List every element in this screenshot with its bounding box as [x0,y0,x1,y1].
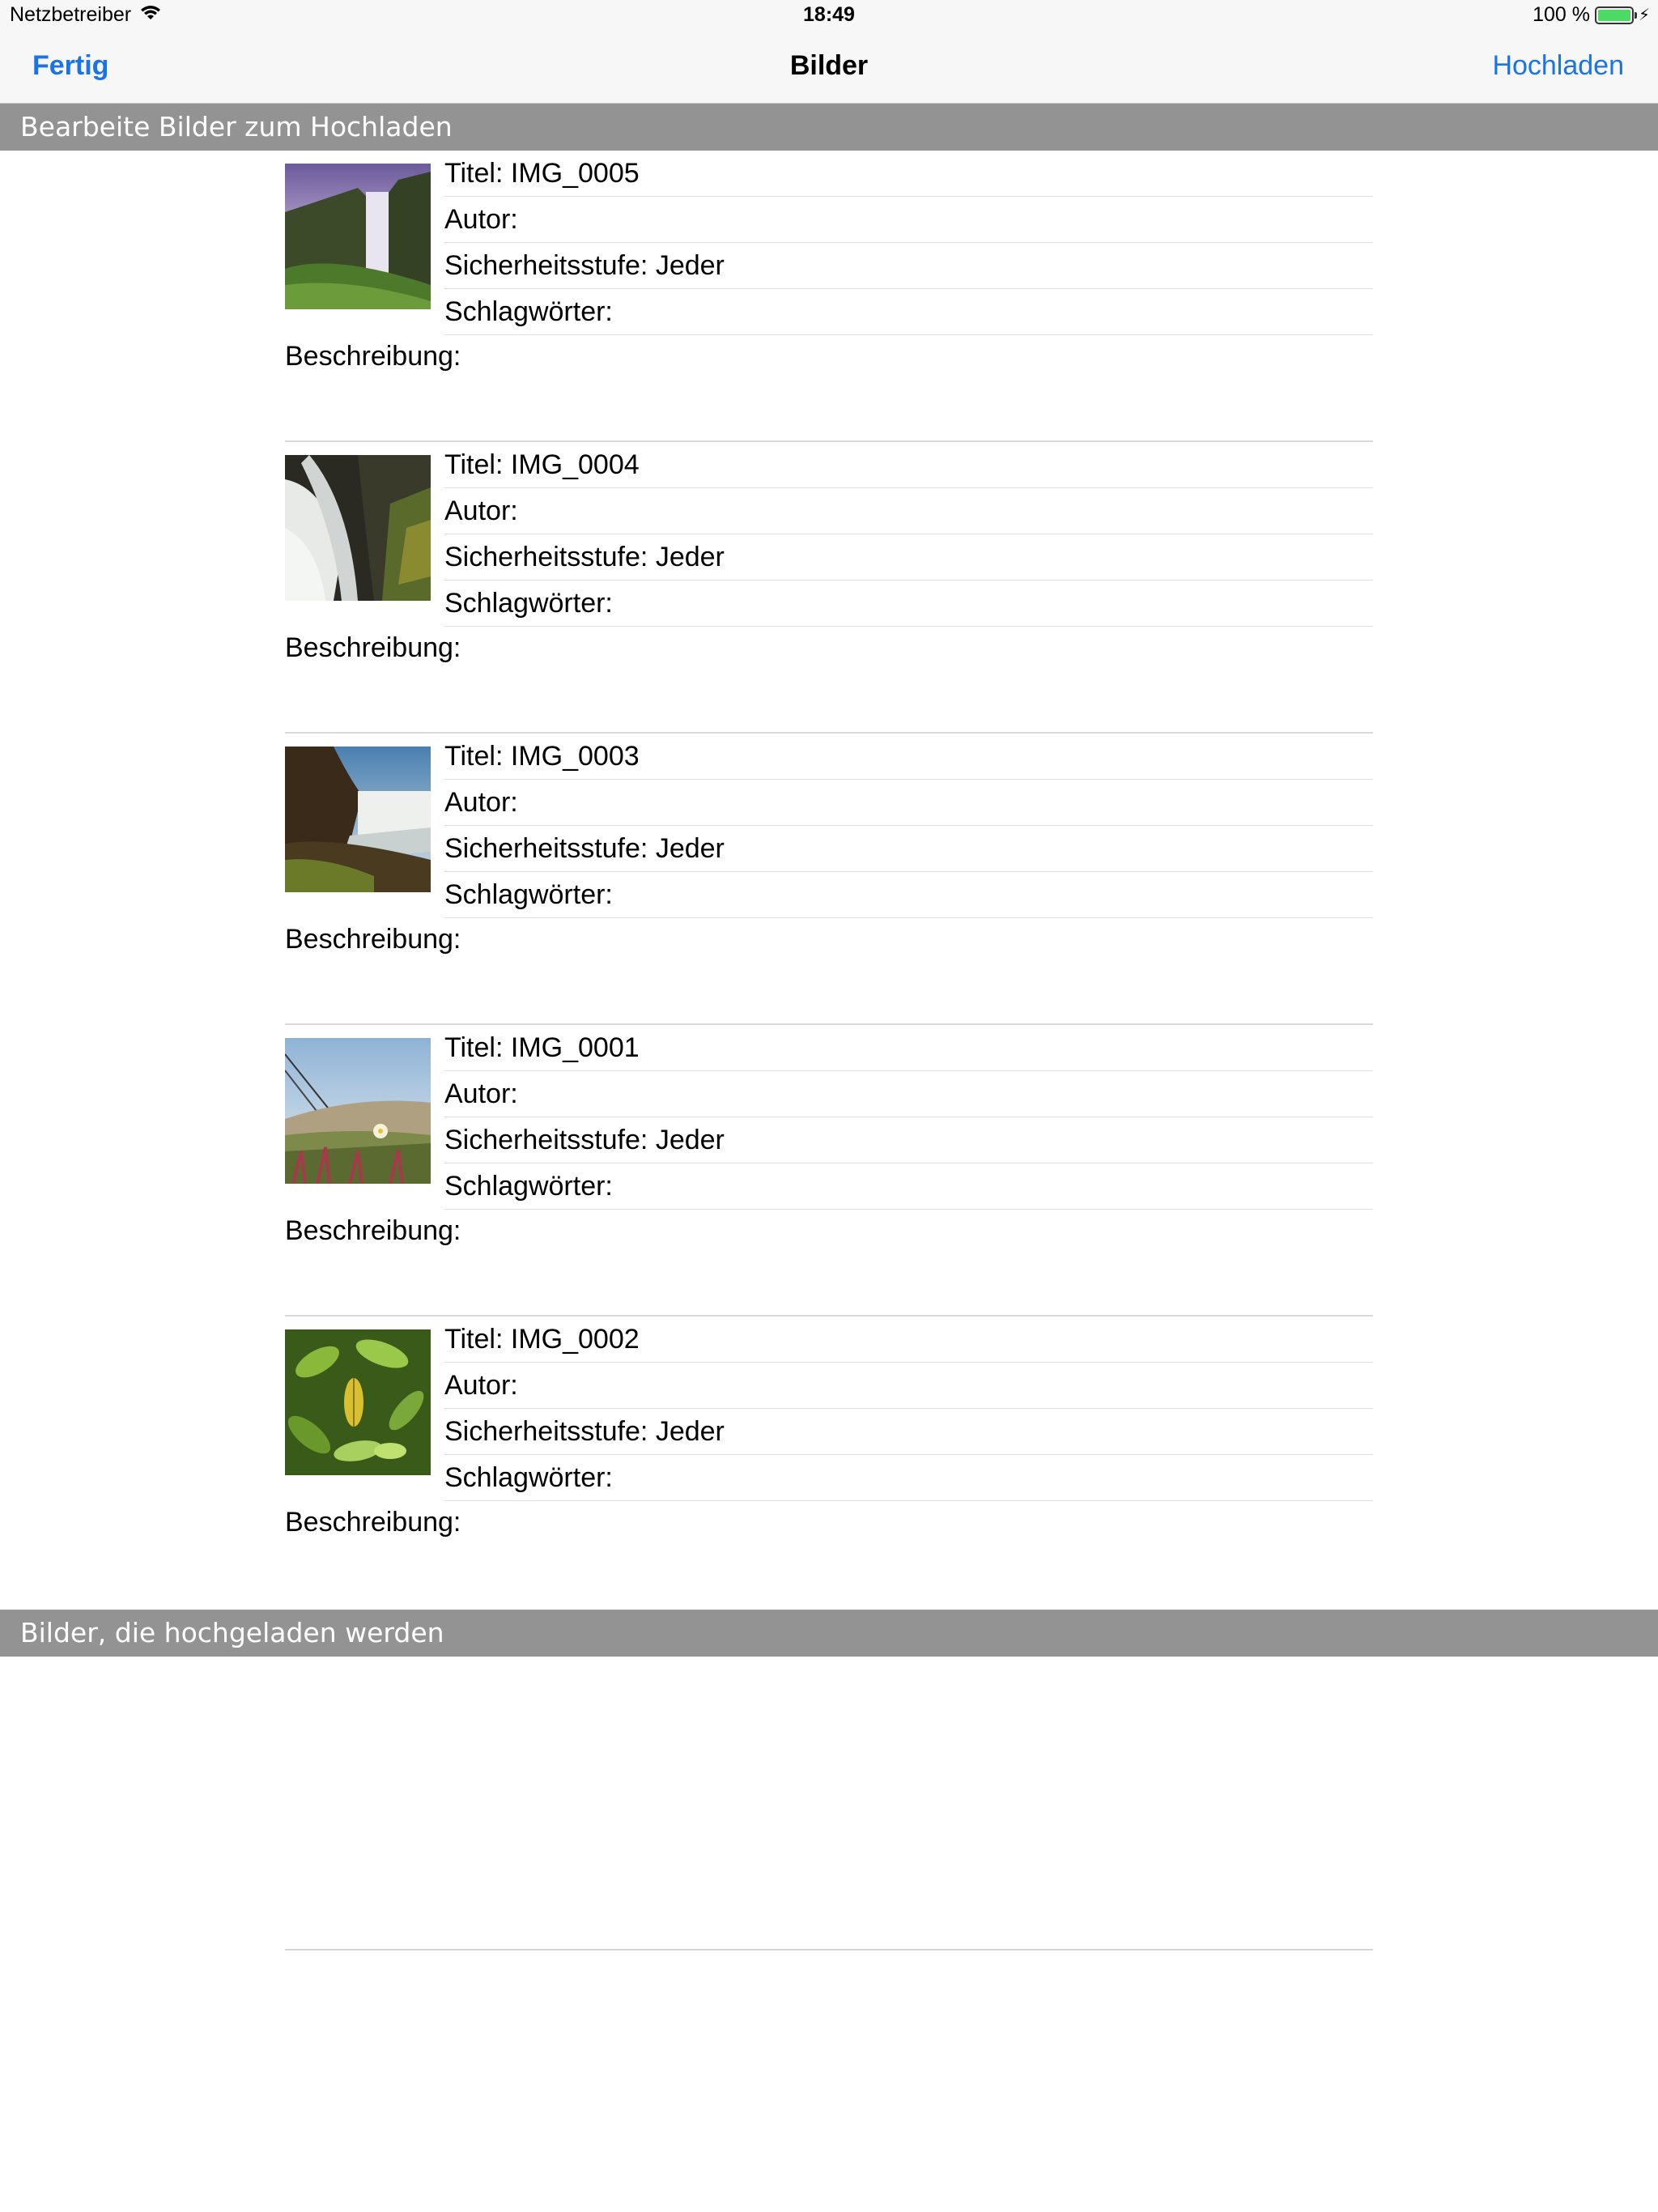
author-label: Autor: [444,204,518,235]
security-value: Jeder [655,1125,725,1155]
security-field[interactable]: Sicherheitsstufe: Jeder [444,243,1373,289]
description-label: Beschreibung: [285,1507,461,1538]
description-label: Beschreibung: [285,341,461,372]
title-field[interactable]: Titel: IMG_0003 [444,734,1373,780]
security-label: Sicherheitsstufe: [444,1416,648,1447]
author-label: Autor: [444,496,518,526]
security-field[interactable]: Sicherheitsstufe: Jeder [444,1117,1373,1163]
title-value: IMG_0002 [510,1324,640,1355]
battery-icon [1594,6,1637,24]
security-label: Sicherheitsstufe: [444,833,648,864]
upload-button[interactable]: Hochladen [1492,50,1624,82]
description-field[interactable]: Beschreibung: [285,625,469,670]
title-value: IMG_0003 [510,741,640,772]
description-field[interactable]: Beschreibung: [285,917,469,962]
image-fields: Titel: IMG_0004 Autor: Sicherheitsstufe:… [444,442,1373,627]
image-fields: Titel: IMG_0003 Autor: Sicherheitsstufe:… [444,734,1373,918]
battery-percent: 100 % [1533,3,1590,26]
title-label: Titel: [444,741,504,772]
description-field[interactable]: Beschreibung: [285,1499,469,1545]
security-label: Sicherheitsstufe: [444,1125,648,1155]
thumbnail-image[interactable] [285,747,431,892]
keywords-label: Schlagwörter: [444,879,613,910]
charging-bolt-icon: ⚡ [1638,6,1650,24]
security-value: Jeder [655,1416,725,1447]
author-field[interactable]: Autor: [444,488,1373,534]
keywords-field[interactable]: Schlagwörter: [444,581,1373,627]
thumbnail-image[interactable] [285,1038,431,1184]
security-label: Sicherheitsstufe: [444,250,648,281]
title-value: IMG_0001 [510,1032,640,1063]
keywords-label: Schlagwörter: [444,588,613,619]
status-right: 100 % ⚡ [1533,3,1650,27]
image-entry[interactable]: Titel: IMG_0001 Autor: Sicherheitsstufe:… [285,1025,1373,1317]
author-field[interactable]: Autor: [444,780,1373,826]
title-label: Titel: [444,1032,504,1063]
security-value: Jeder [655,833,725,864]
keywords-field[interactable]: Schlagwörter: [444,872,1373,918]
security-value: Jeder [655,250,725,281]
security-value: Jeder [655,542,725,572]
thumbnail-image[interactable] [285,455,431,601]
title-label: Titel: [444,449,504,480]
navigation-bar: Fertig Bilder Hochladen [0,32,1658,104]
security-label: Sicherheitsstufe: [444,542,648,572]
description-label: Beschreibung: [285,632,461,663]
author-field[interactable]: Autor: [444,1363,1373,1409]
security-field[interactable]: Sicherheitsstufe: Jeder [444,826,1373,872]
image-entry[interactable]: Titel: IMG_0002 Autor: Sicherheitsstufe:… [285,1317,1373,1610]
title-field[interactable]: Titel: IMG_0002 [444,1317,1373,1363]
author-label: Autor: [444,1078,518,1109]
author-label: Autor: [444,787,518,818]
image-fields: Titel: IMG_0001 Autor: Sicherheitsstufe:… [444,1025,1373,1210]
author-field[interactable]: Autor: [444,1071,1373,1117]
image-fields: Titel: IMG_0005 Autor: Sicherheitsstufe:… [444,151,1373,335]
image-fields: Titel: IMG_0002 Autor: Sicherheitsstufe:… [444,1317,1373,1501]
section-header-edit: Bearbeite Bilder zum Hochladen [0,104,1658,151]
page-title: Bilder [789,50,869,81]
title-field[interactable]: Titel: IMG_0004 [444,442,1373,488]
title-label: Titel: [444,1324,504,1355]
keywords-field[interactable]: Schlagwörter: [444,1455,1373,1501]
keywords-field[interactable]: Schlagwörter: [444,1163,1373,1210]
title-value: IMG_0005 [510,158,640,189]
thumbnail-image[interactable] [285,164,431,309]
title-field[interactable]: Titel: IMG_0001 [444,1025,1373,1071]
image-entry[interactable]: Titel: IMG_0003 Autor: Sicherheitsstufe:… [285,734,1373,1025]
description-label: Beschreibung: [285,1215,461,1246]
upload-list [285,1655,1373,1950]
image-entry[interactable]: Titel: IMG_0005 Autor: Sicherheitsstufe:… [285,151,1373,442]
description-field[interactable]: Beschreibung: [285,334,469,379]
title-label: Titel: [444,158,504,189]
status-time: 18:49 [803,3,855,26]
author-label: Autor: [444,1370,518,1401]
image-entry[interactable]: Titel: IMG_0004 Autor: Sicherheitsstufe:… [285,442,1373,734]
author-field[interactable]: Autor: [444,197,1373,243]
section-header-upload: Bilder, die hochgeladen werden [0,1610,1658,1657]
keywords-label: Schlagwörter: [444,1462,613,1493]
keywords-field[interactable]: Schlagwörter: [444,289,1373,335]
thumbnail-image[interactable] [285,1329,431,1475]
security-field[interactable]: Sicherheitsstufe: Jeder [444,534,1373,581]
description-field[interactable]: Beschreibung: [285,1208,469,1253]
title-field[interactable]: Titel: IMG_0005 [444,151,1373,197]
status-bar: Netzbetreiber 18:49 100 % ⚡ [0,0,1658,32]
title-value: IMG_0004 [510,449,640,480]
keywords-label: Schlagwörter: [444,296,613,327]
keywords-label: Schlagwörter: [444,1171,613,1202]
description-label: Beschreibung: [285,924,461,955]
security-field[interactable]: Sicherheitsstufe: Jeder [444,1409,1373,1455]
